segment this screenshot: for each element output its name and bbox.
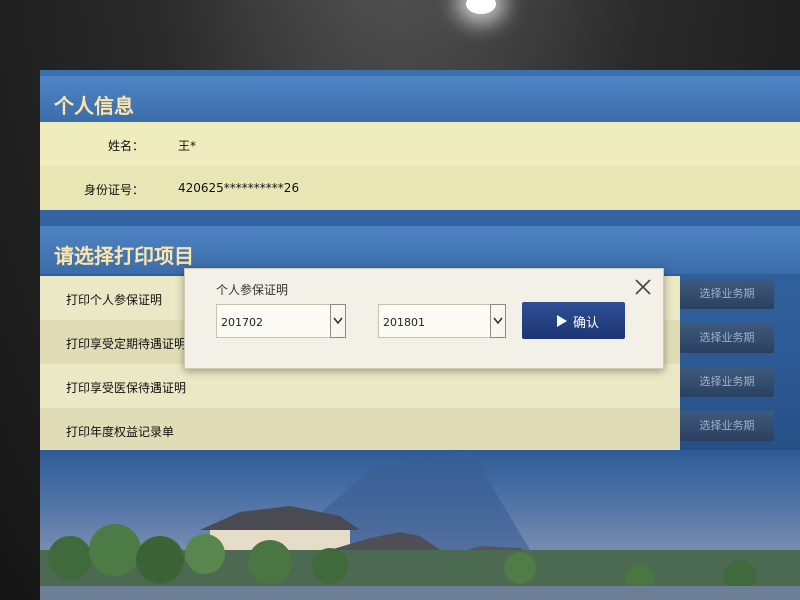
select-period-button[interactable]: 选择业务期 bbox=[680, 411, 774, 441]
ceiling-light-glare bbox=[466, 0, 496, 14]
end-period-value: 201801 bbox=[383, 316, 425, 329]
print-item-medical-benefit-certificate[interactable]: 打印享受医保待遇证明 bbox=[40, 364, 680, 408]
id-number-label: 身份证号： bbox=[83, 183, 144, 197]
id-number-row: 身份证号： 420625**********26 bbox=[40, 166, 800, 210]
id-number-value: 420625**********26 bbox=[178, 181, 300, 195]
print-item-label: 打印年度权益记录单 bbox=[66, 425, 175, 439]
dialog-title: 个人参保证明 bbox=[216, 283, 289, 297]
chevron-down-icon[interactable] bbox=[330, 304, 346, 338]
select-period-button[interactable]: 选择业务期 bbox=[680, 323, 774, 353]
start-period-value: 201702 bbox=[221, 316, 263, 329]
personal-info-title: 个人信息 bbox=[54, 94, 134, 118]
start-period-select[interactable]: 201702 bbox=[216, 304, 346, 338]
name-value: 王* bbox=[178, 139, 197, 153]
play-icon bbox=[557, 315, 567, 331]
chevron-down-icon[interactable] bbox=[490, 304, 506, 338]
personal-info-header: 个人信息 bbox=[40, 76, 800, 124]
print-item-label: 打印享受医保待遇证明 bbox=[66, 381, 187, 395]
print-items-header: 请选择打印项目 bbox=[40, 226, 800, 274]
select-period-button[interactable]: 选择业务期 bbox=[680, 279, 774, 309]
scenery-illustration bbox=[40, 450, 800, 600]
period-select-dialog: 个人参保证明 201702 201801 确认 bbox=[184, 268, 664, 369]
print-item-annual-rights-record[interactable]: 打印年度权益记录单 bbox=[40, 408, 680, 452]
name-row: 姓名： 王* bbox=[40, 122, 800, 166]
print-items-title: 请选择打印项目 bbox=[54, 244, 194, 268]
end-period-select[interactable]: 201801 bbox=[378, 304, 506, 338]
confirm-label: 确认 bbox=[573, 316, 600, 331]
print-item-label: 打印享受定期待遇证明 bbox=[66, 337, 187, 351]
print-item-label: 打印个人参保证明 bbox=[66, 293, 163, 307]
close-icon[interactable] bbox=[633, 277, 653, 297]
name-label: 姓名： bbox=[107, 139, 144, 153]
decorative-scenery-image bbox=[40, 450, 800, 600]
confirm-button[interactable]: 确认 bbox=[522, 302, 625, 339]
select-period-button[interactable]: 选择业务期 bbox=[680, 367, 774, 397]
